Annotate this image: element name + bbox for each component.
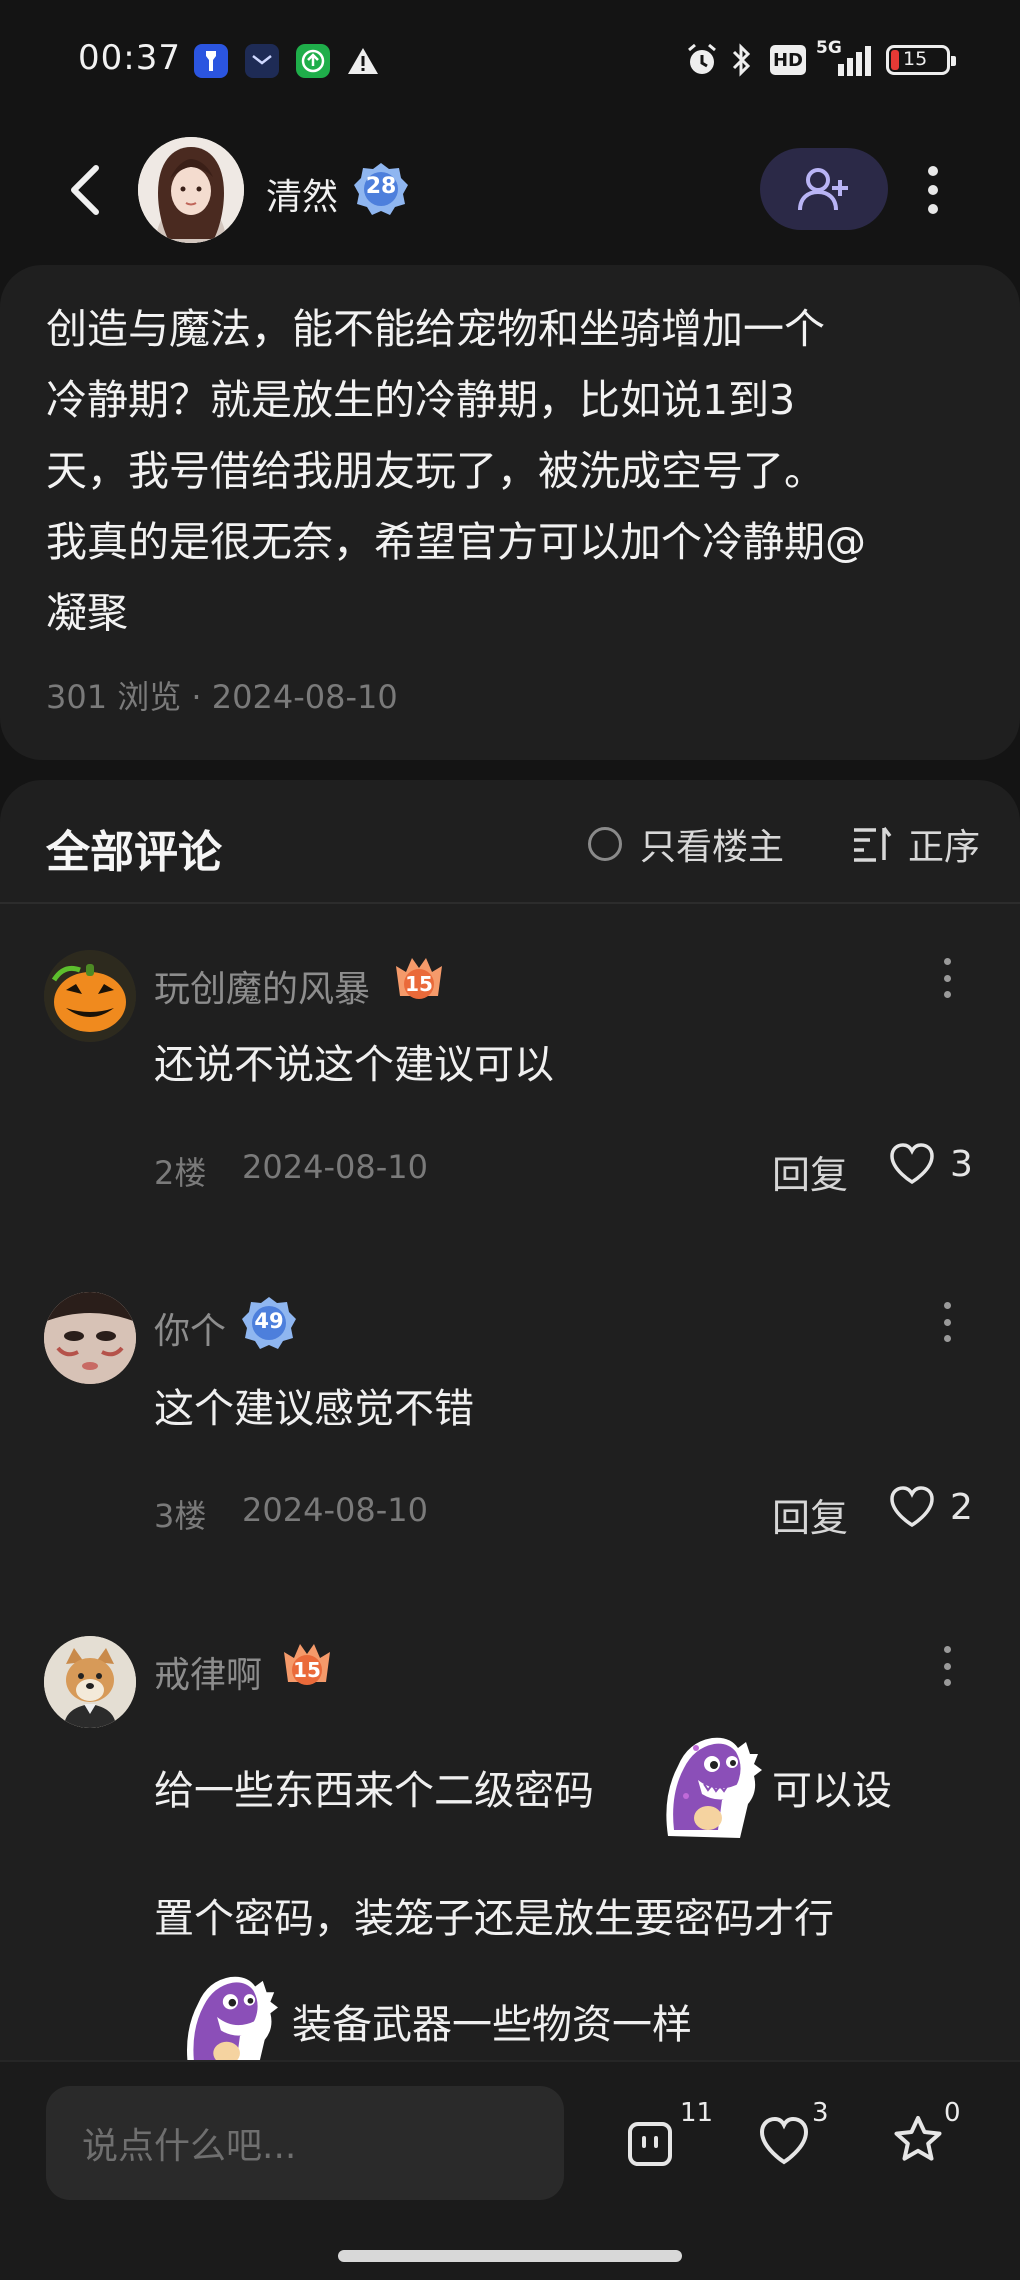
level-badge-number: 28 <box>365 174 397 199</box>
5g-signal-icon: 5G <box>816 38 876 80</box>
post-line: 创造与魔法，能不能给宠物和坐骑增加一个 <box>46 305 825 353</box>
post-line: 凝聚 <box>46 589 128 637</box>
comment-date: 2024-08-10 <box>242 1148 428 1186</box>
hd-icon: HD <box>770 40 806 80</box>
post-line: 我真的是很无奈，希望官方可以加个冷静期@ <box>46 518 866 566</box>
sort-label: 正序 <box>908 827 981 868</box>
download-app-icon <box>296 44 330 78</box>
face-avatar-icon <box>44 1292 136 1384</box>
comments-title: 全部评论 <box>46 827 222 878</box>
comment-text: 装备武器一些物资一样 <box>292 2002 692 2048</box>
star-icon <box>894 2116 942 2161</box>
back-button[interactable] <box>62 160 112 220</box>
like-button[interactable]: 2 <box>888 1485 973 1529</box>
mail-app-icon <box>245 44 279 78</box>
follow-button[interactable] <box>760 148 888 230</box>
comment-text: 给一些东西来个二级密码 <box>154 1768 594 1814</box>
alarm-icon <box>684 40 720 80</box>
comment-avatar[interactable] <box>44 950 136 1042</box>
comment-text: 可以设 <box>772 1768 892 1814</box>
bluetooth-icon <box>730 40 754 80</box>
comment-username[interactable]: 玩创魔的风暴 <box>154 960 370 1012</box>
level-badge: 15 <box>278 1638 336 1696</box>
post-content: 创造与魔法，能不能给宠物和坐骑增加一个 冷静期？就是放生的冷静期，比如说1到3 … <box>46 294 986 649</box>
favorite-button[interactable] <box>888 2110 950 2172</box>
comment-more-button[interactable] <box>942 1646 952 1686</box>
level-badge-number: 49 <box>254 1309 284 1333</box>
author-name[interactable]: 清然 <box>266 168 338 220</box>
heart-icon <box>890 1486 934 1528</box>
comment-text: 还说不说这个建议可以 <box>154 1042 554 1088</box>
post-line: 冷静期？就是放生的冷静期，比如说1到3 <box>46 376 796 424</box>
chevron-left-icon <box>71 165 99 215</box>
home-indicator[interactable] <box>338 2250 682 2262</box>
comment-floor: 2楼 <box>154 1154 207 1192</box>
section-divider <box>0 902 1020 904</box>
pumpkin-avatar-icon <box>44 950 136 1042</box>
dinosaur-sticker-icon <box>160 1958 278 2060</box>
level-badge-number: 15 <box>293 1658 321 1682</box>
post-line: 天，我号借给我朋友玩了，被洗成空号了。 <box>46 447 825 495</box>
battery-icon: 15 <box>886 40 956 80</box>
comment-more-button[interactable] <box>942 1302 952 1342</box>
comment-count: 11 <box>680 2098 714 2128</box>
like-count: 3 <box>812 2098 829 2128</box>
comment-count-button[interactable] <box>622 2110 684 2172</box>
favorite-count: 0 <box>944 2098 961 2128</box>
like-post-button[interactable] <box>756 2110 818 2172</box>
more-options-button[interactable] <box>918 160 948 220</box>
comments-card <box>0 780 1020 2080</box>
dinosaur-sticker-icon <box>638 1718 762 1842</box>
comment-username[interactable]: 戒律啊 <box>154 1646 262 1698</box>
comment-date: 2024-08-10 <box>242 1491 428 1529</box>
only-op-label: 只看楼主 <box>640 827 785 868</box>
comment-avatar[interactable] <box>44 1292 136 1384</box>
radio-icon <box>588 827 622 861</box>
comment-text: 这个建议感觉不错 <box>154 1386 474 1432</box>
like-count: 3 <box>950 1143 973 1185</box>
level-badge: 28 <box>352 160 410 218</box>
heart-icon <box>759 2116 809 2165</box>
sort-icon <box>854 826 892 862</box>
only-op-toggle[interactable]: 只看楼主 <box>588 818 784 870</box>
heart-icon <box>890 1143 934 1185</box>
reply-button[interactable]: 回复 <box>772 1487 848 1542</box>
more-dots-icon <box>928 166 938 176</box>
sort-toggle[interactable]: 正序 <box>852 818 980 870</box>
warning-icon <box>346 44 380 78</box>
add-user-icon <box>798 168 848 211</box>
comment-avatar[interactable] <box>44 1636 136 1728</box>
comment-username[interactable]: 你个 <box>154 1302 226 1354</box>
author-avatar[interactable] <box>138 137 244 243</box>
reply-button[interactable]: 回复 <box>772 1144 848 1199</box>
comment-text: 置个密码，装笼子还是放生要密码才行 <box>154 1896 834 1942</box>
comment-icon <box>628 2122 672 2166</box>
level-badge-number: 15 <box>405 972 433 996</box>
like-count: 2 <box>950 1486 973 1528</box>
flashlight-app-icon <box>194 44 228 78</box>
like-button[interactable]: 3 <box>888 1142 973 1186</box>
level-badge: 15 <box>390 952 448 1010</box>
post-meta: 301 浏览 · 2024-08-10 <box>46 678 398 716</box>
level-badge: 49 <box>240 1294 298 1352</box>
comment-more-button[interactable] <box>942 958 952 998</box>
comment-input[interactable]: 说点什么吧... <box>46 2086 564 2200</box>
dog-avatar-icon <box>44 1636 136 1728</box>
status-time: 00:37 <box>78 38 181 78</box>
bottom-divider <box>0 2060 1020 2062</box>
comment-floor: 3楼 <box>154 1497 207 1535</box>
